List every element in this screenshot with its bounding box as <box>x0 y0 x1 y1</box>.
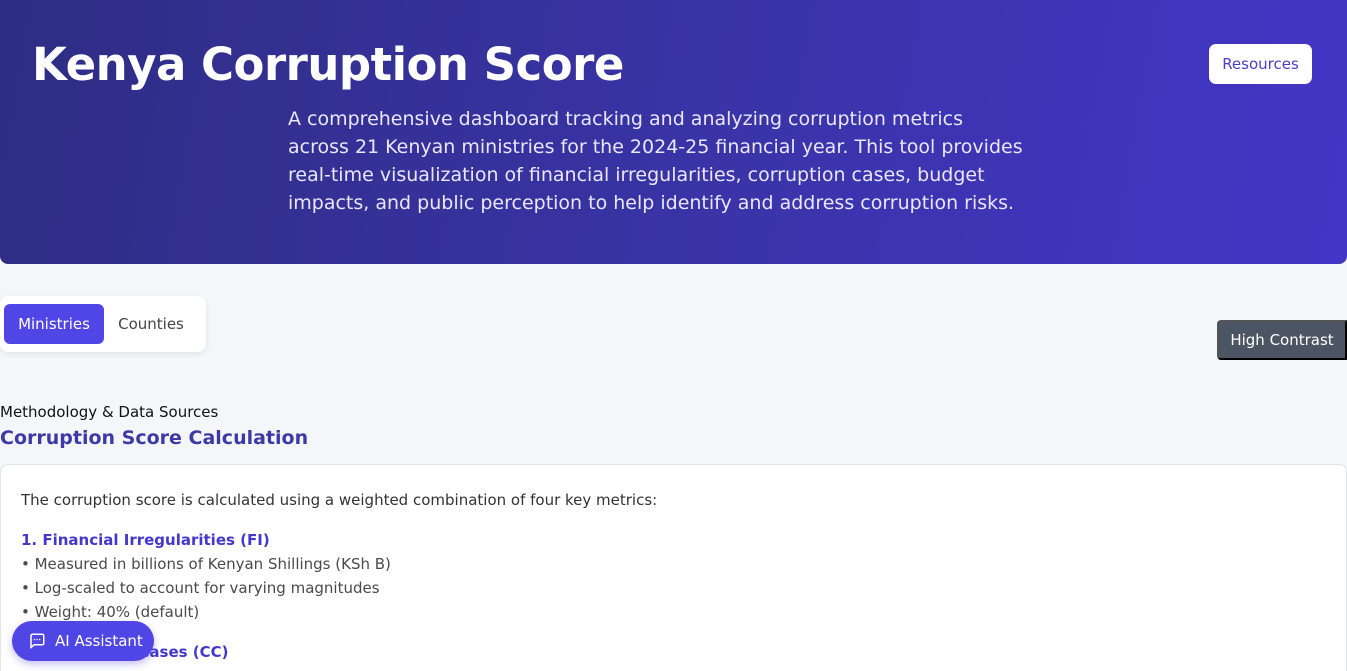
tab-counties[interactable]: Counties <box>104 304 198 344</box>
ai-assistant-label: AI Assistant <box>55 632 143 650</box>
ai-assistant-button[interactable]: AI Assistant <box>12 621 154 661</box>
tab-ministries[interactable]: Ministries <box>4 304 104 344</box>
high-contrast-button[interactable]: High Contrast <box>1217 320 1347 360</box>
view-tabs: Ministries Counties <box>0 296 206 352</box>
metric-title-financial-irregularities: 1. Financial Irregularities (FI) <box>21 531 270 549</box>
metric-bullet: • Measured in billions of Kenyan Shillin… <box>21 555 391 573</box>
header-banner: Kenya Corruption Score A comprehensive d… <box>0 0 1347 264</box>
chat-icon <box>30 633 45 649</box>
methodology-label[interactable]: Methodology & Data Sources <box>0 403 218 421</box>
calculation-heading: Corruption Score Calculation <box>0 427 309 449</box>
page-description: A comprehensive dashboard tracking and a… <box>288 108 1023 214</box>
methodology-intro: The corruption score is calculated using… <box>21 491 658 509</box>
metric-bullet: • Weight: 40% (default) <box>21 603 200 621</box>
metric-bullet: • Log-scaled to account for varying magn… <box>21 579 380 597</box>
page-title: Kenya Corruption Score <box>32 38 624 91</box>
resources-button[interactable]: Resources <box>1209 44 1312 84</box>
